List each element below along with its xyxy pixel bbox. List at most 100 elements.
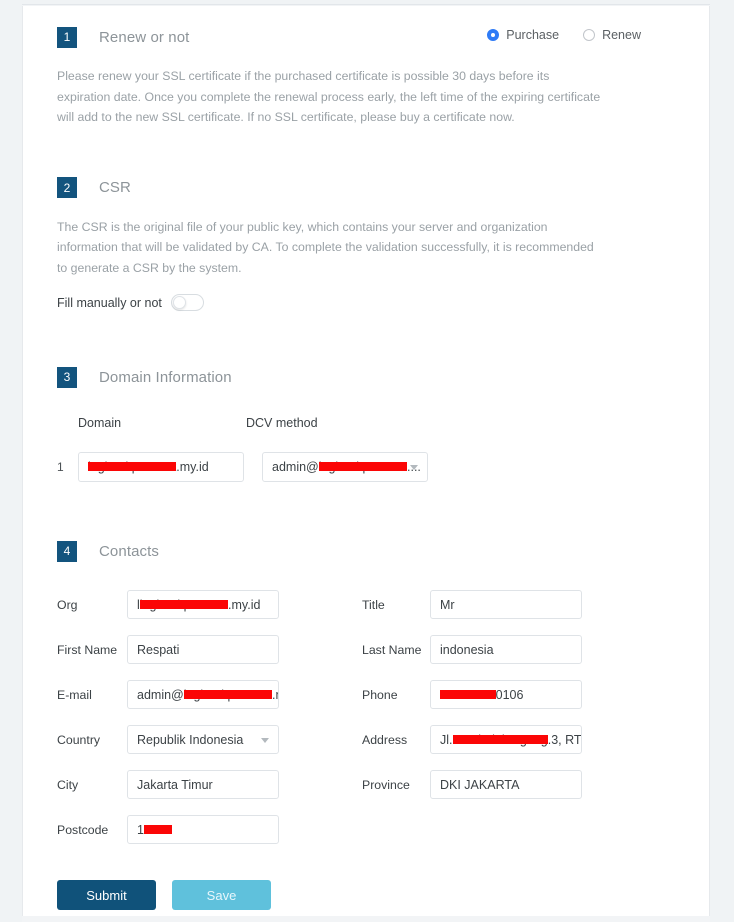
label-city: City — [57, 777, 79, 792]
section-domain-title: Domain Information — [99, 368, 232, 386]
field-postcode: Postcode 1 3630 — [57, 815, 362, 844]
contacts-row-postcode: Postcode 1 3630 — [57, 815, 675, 844]
email-prefix: admin@ — [137, 687, 184, 702]
first-name-input[interactable]: Respati — [127, 635, 279, 664]
contacts-row-names: First Name Respati Last Name indonesia — [57, 635, 675, 664]
submit-button[interactable]: Submit — [57, 880, 156, 910]
field-country: Country Republik Indonesia — [57, 725, 362, 754]
field-last-name: Last Name indonesia — [362, 635, 582, 664]
step-badge-4: 4 — [57, 540, 77, 562]
label-postcode: Postcode — [57, 822, 109, 837]
section-contacts-header: 4 Contacts — [57, 538, 675, 564]
section-renew-description: Please renew your SSL certificate if the… — [57, 69, 601, 124]
label-last-name: Last Name — [362, 642, 422, 657]
phone-suffix: 0106 — [495, 687, 524, 702]
domain-table-row: 1 logbookperawat .my.id admin@ logbookpera… — [57, 452, 675, 482]
dcv-method-select[interactable]: admin@ logbookperawat.... — [262, 452, 428, 482]
label-address: Address — [362, 732, 408, 747]
radio-label-renew: Renew — [602, 28, 641, 42]
section-renew: 1 Renew or not Purchase Renew Please ren… — [57, 24, 675, 128]
title-input[interactable]: Mr — [430, 590, 582, 619]
org-input[interactable]: l logbookperawat .my.id — [127, 590, 279, 619]
field-org: Org l logbookperawat .my.id — [57, 590, 362, 619]
contacts-row-email-phone: E-mail admin@logbookperawat.m Phone 0856… — [57, 680, 675, 709]
section-csr-description: The CSR is the original file of your pub… — [57, 219, 594, 275]
radio-option-renew[interactable]: Renew — [583, 28, 641, 42]
step-badge-2: 2 — [57, 177, 77, 198]
chevron-down-icon[interactable] — [410, 465, 418, 470]
email-suffix: .m — [272, 687, 278, 702]
org-suffix: .my.id — [228, 597, 261, 612]
contacts-grid: Org l logbookperawat .my.id Title Mr Fir… — [57, 590, 675, 844]
renew-radio-group[interactable]: Purchase Renew — [487, 28, 641, 42]
label-province: Province — [362, 777, 410, 792]
field-email: E-mail admin@logbookperawat.m — [57, 680, 362, 709]
label-title: Title — [362, 597, 385, 612]
toggle-knob — [172, 296, 186, 309]
domain-row-index: 1 — [57, 460, 64, 474]
field-title: Title Mr — [362, 590, 582, 619]
domain-suffix: .my.id — [176, 460, 209, 474]
label-org: Org — [57, 597, 78, 612]
field-city: City Jakarta Timur — [57, 770, 362, 799]
radio-option-purchase[interactable]: Purchase — [487, 28, 559, 42]
section-contacts-title: Contacts — [99, 542, 159, 560]
contacts-row-org-title: Org l logbookperawat .my.id Title Mr — [57, 590, 675, 619]
label-email: E-mail — [57, 687, 92, 702]
label-country: Country — [57, 732, 101, 747]
save-button[interactable]: Save — [172, 880, 271, 910]
label-first-name: First Name — [57, 642, 118, 657]
field-address: Address Jl. Pembuluh Agung.3, RT.7 — [362, 725, 582, 754]
postcode-input[interactable]: 1 3630 — [127, 815, 279, 844]
section-csr-title: CSR — [99, 179, 131, 196]
field-phone: Phone 08561772 0106 — [362, 680, 582, 709]
column-header-domain: Domain — [78, 416, 122, 430]
step-badge-3: 3 — [57, 366, 77, 388]
field-first-name: First Name Respati — [57, 635, 362, 664]
dcv-prefix: admin@ — [272, 460, 319, 474]
org-redacted-text: logbookperawat — [139, 597, 229, 612]
contacts-row-city-province: City Jakarta Timur Province DKI JAKARTA — [57, 770, 675, 799]
address-suffix: .3, RT.7 — [547, 732, 581, 747]
postcode-prefix: 1 — [137, 822, 144, 837]
country-select[interactable]: Republik Indonesia — [127, 725, 279, 754]
province-input[interactable]: DKI JAKARTA — [430, 770, 582, 799]
section-domain-information: 3 Domain Information Domain DCV method 1… — [57, 364, 675, 482]
left-rail — [0, 0, 22, 922]
right-rail — [710, 0, 734, 922]
chevron-down-icon-country[interactable] — [261, 737, 269, 743]
section-csr: 2 CSR The CSR is the original file of yo… — [57, 175, 675, 311]
form-actions: Submit Save — [57, 880, 675, 910]
fill-manually-row: Fill manually or not — [57, 294, 675, 311]
address-prefix: Jl. — [440, 732, 453, 747]
radio-icon-renew[interactable] — [583, 29, 596, 41]
section-renew-title: Renew or not — [99, 28, 190, 46]
step-badge-1: 1 — [57, 26, 77, 48]
last-name-input[interactable]: indonesia — [430, 635, 582, 664]
top-strip — [0, 0, 734, 5]
page-root: 1 Renew or not Purchase Renew Please ren… — [0, 0, 734, 922]
phone-redacted-text: 08561772 — [440, 687, 496, 702]
column-header-dcv: DCV method — [246, 416, 318, 430]
postcode-redacted-text: 3630 — [143, 822, 172, 837]
radio-label-purchase: Purchase — [506, 28, 560, 42]
label-phone: Phone — [362, 687, 398, 702]
city-input[interactable]: Jakarta Timur — [127, 770, 279, 799]
address-redacted-text: Pembuluh Agung — [452, 732, 548, 747]
section-domain-header: 3 Domain Information — [57, 364, 675, 390]
domain-redacted-text: logbookperawat — [88, 460, 177, 474]
dcv-redacted-text: logbookperawat — [318, 460, 408, 474]
email-input[interactable]: admin@logbookperawat.m — [127, 680, 279, 709]
phone-input[interactable]: 08561772 0106 — [430, 680, 582, 709]
fill-manually-toggle[interactable] — [170, 294, 204, 311]
domain-input[interactable]: logbookperawat .my.id — [78, 452, 244, 482]
contacts-row-country-address: Country Republik Indonesia Address Jl. P… — [57, 725, 675, 754]
section-csr-header: 2 CSR — [57, 175, 675, 201]
ssl-form-card: 1 Renew or not Purchase Renew Please ren… — [22, 6, 710, 916]
country-value: Republik Indonesia — [137, 732, 244, 747]
email-redacted-text: logbookperawat — [183, 687, 273, 702]
field-province: Province DKI JAKARTA — [362, 770, 582, 799]
radio-icon-purchase[interactable] — [487, 29, 500, 41]
fill-manually-label: Fill manually or not — [57, 295, 162, 310]
address-input[interactable]: Jl. Pembuluh Agung.3, RT.7 — [430, 725, 582, 754]
